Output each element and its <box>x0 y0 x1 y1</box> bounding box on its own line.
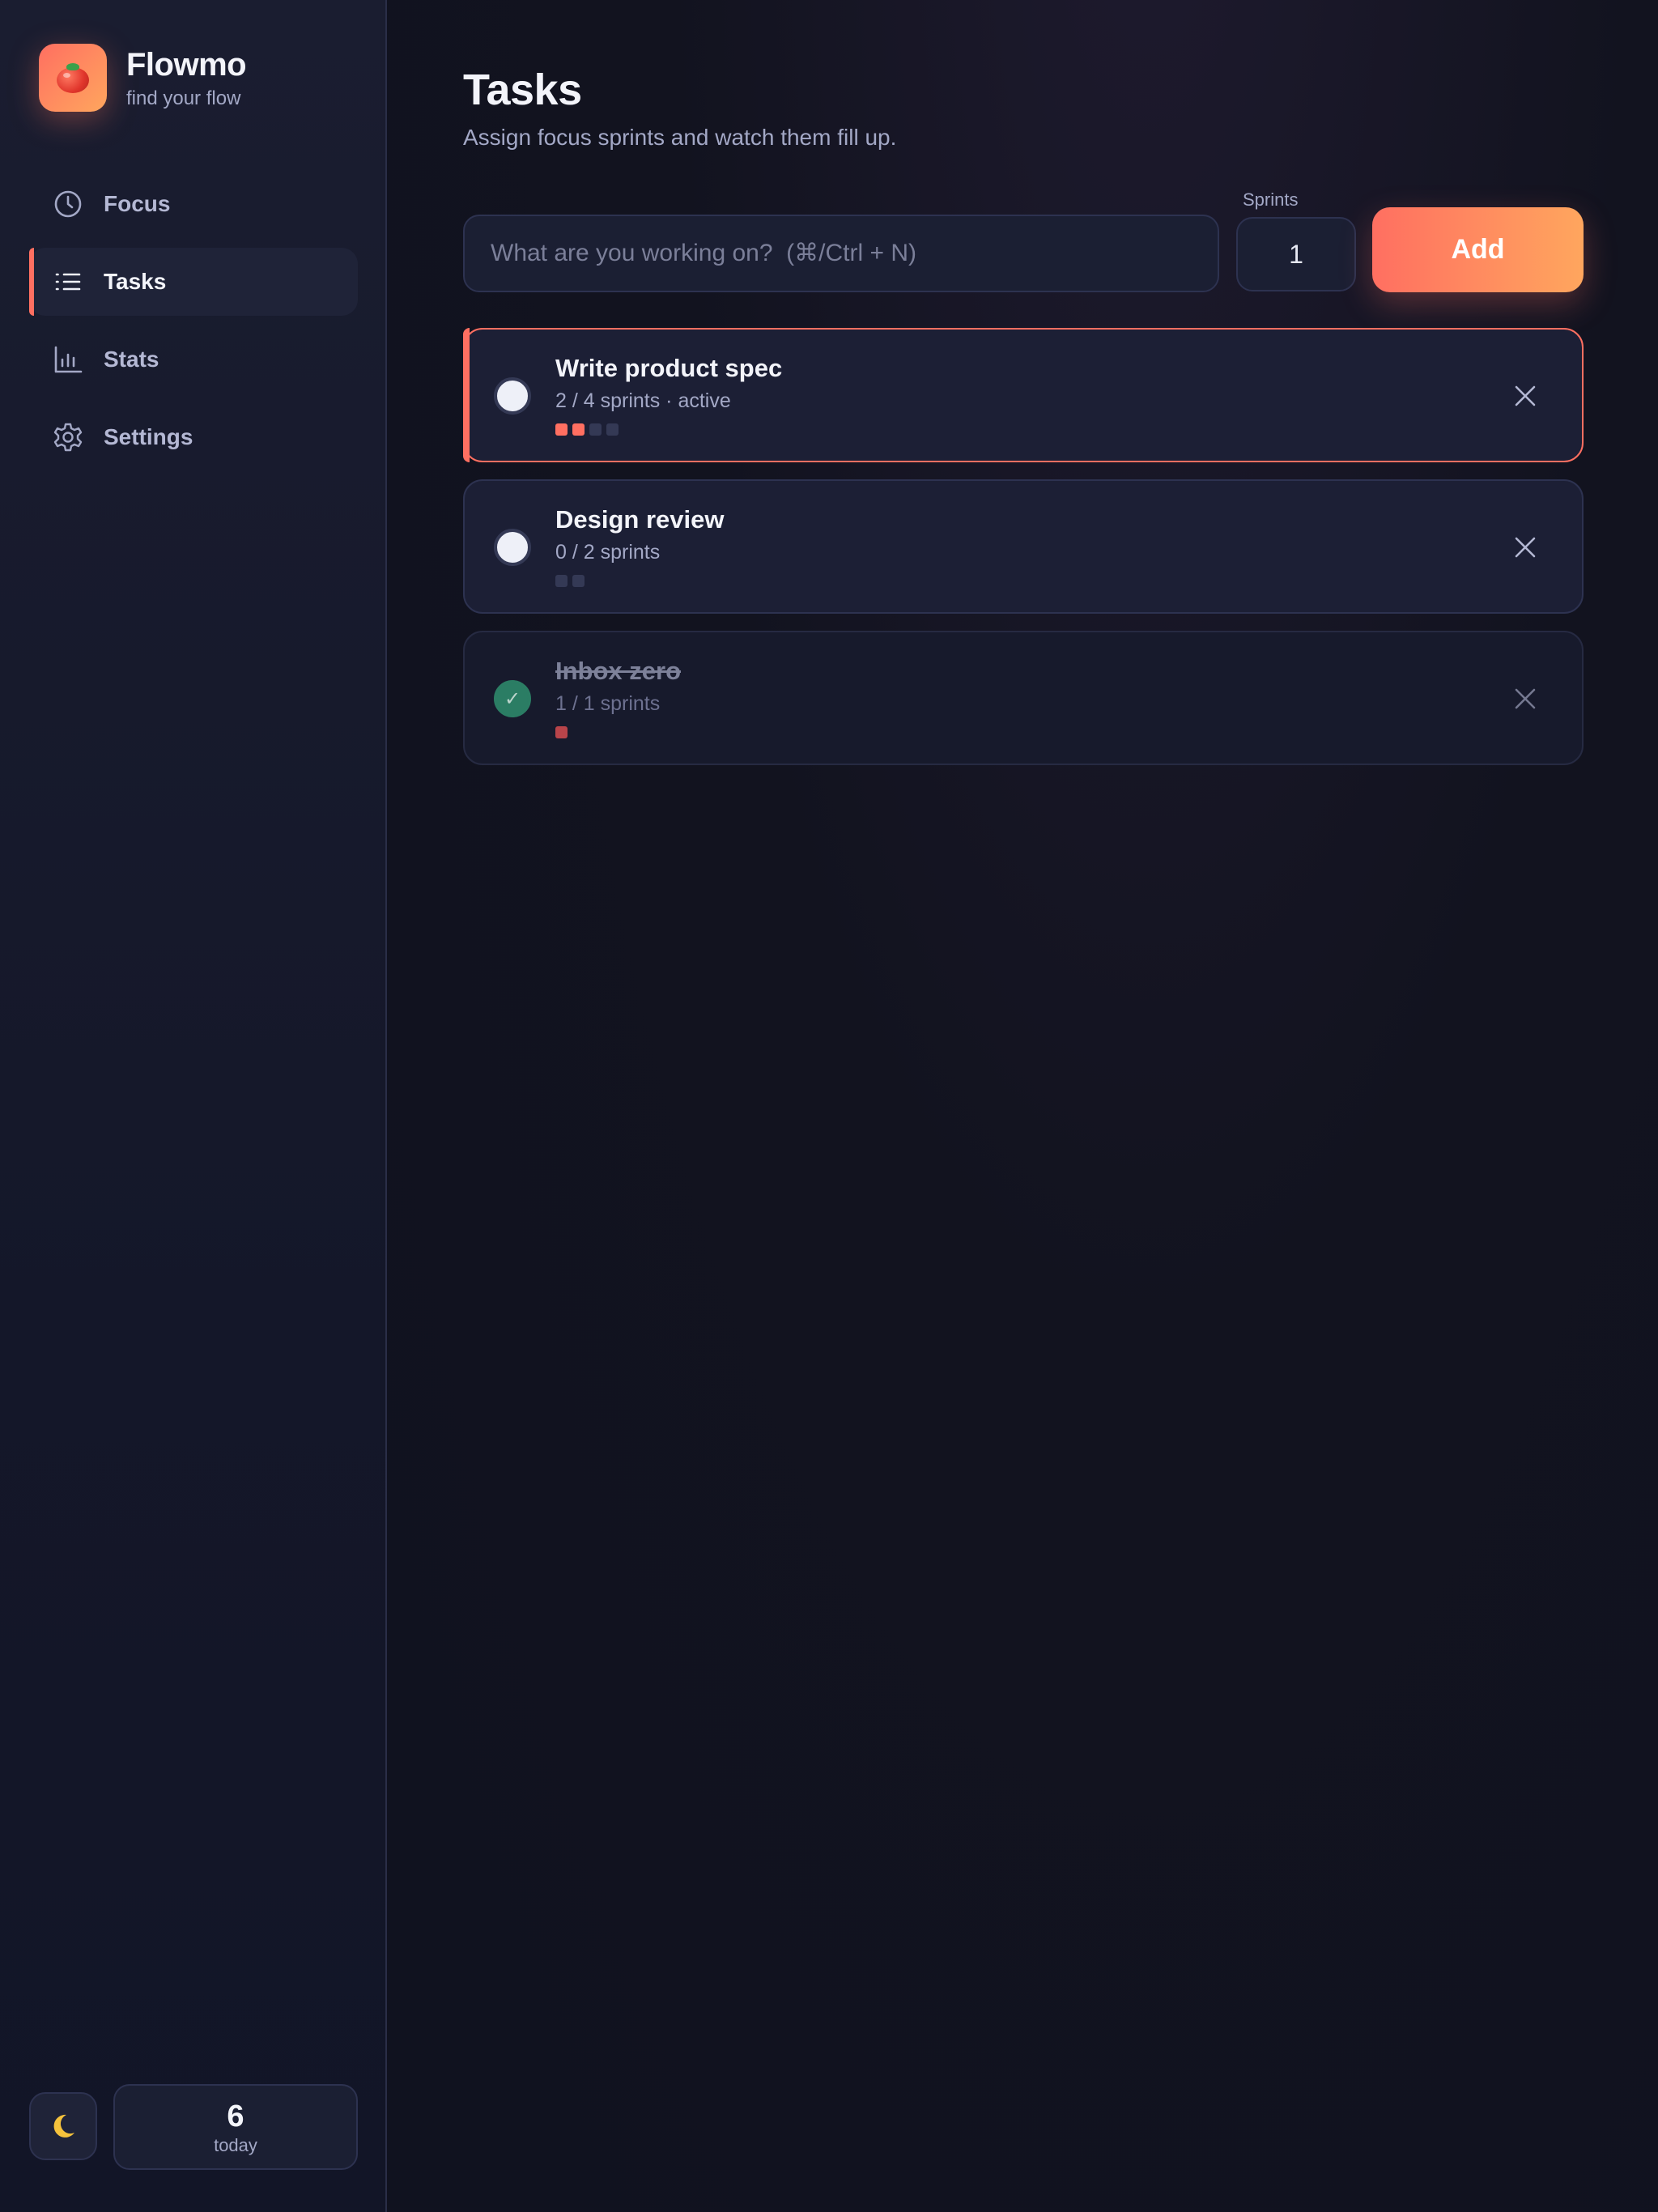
page-title: Tasks <box>463 66 582 114</box>
page-subtitle: Assign focus sprints and watch them fill… <box>463 125 897 150</box>
today-label: today <box>214 2135 257 2155</box>
sprint-dot-empty <box>572 575 585 587</box>
remove-task-button[interactable] <box>1504 526 1546 568</box>
sprint-dot-filled <box>572 423 585 436</box>
today-counter: 6 today <box>113 2084 358 2170</box>
brand-name: Flowmo <box>126 47 247 83</box>
list-icon <box>52 266 84 298</box>
task-checkbox[interactable] <box>494 377 531 415</box>
sidebar-footer: 6 today <box>29 2084 358 2178</box>
task-title: Design review <box>555 505 725 534</box>
sprint-progress <box>555 575 589 587</box>
brand-tagline: find your flow <box>126 87 241 109</box>
moon-icon <box>53 2114 74 2138</box>
bar-chart-icon <box>52 343 84 376</box>
task-checkbox[interactable] <box>494 529 531 566</box>
sidebar-item-tasks[interactable]: Tasks <box>29 248 358 316</box>
sprint-dot-empty <box>589 423 602 436</box>
brand: Flowmo find your flow <box>39 44 247 112</box>
sidebar-item-focus[interactable]: Focus <box>29 170 358 238</box>
task-checkbox-checked[interactable]: ✓ <box>494 680 531 717</box>
task-card-write-product-spec[interactable]: Write product spec 2 / 4 sprints · activ… <box>463 328 1584 462</box>
today-count: 6 <box>227 2099 244 2133</box>
main-content: Tasks Assign focus sprints and watch the… <box>389 0 1658 2212</box>
sidebar-item-stats[interactable]: Stats <box>29 325 358 393</box>
sidebar: Flowmo find your flow Focus Tasks Stats … <box>0 0 387 2212</box>
task-meta: 0 / 2 sprints <box>555 541 661 564</box>
theme-toggle-button[interactable] <box>29 2092 97 2160</box>
sidebar-item-label: Stats <box>104 347 159 372</box>
tomato-logo-icon <box>39 44 107 112</box>
clock-icon <box>52 188 84 220</box>
remove-task-button[interactable] <box>1504 375 1546 417</box>
sprint-progress <box>555 726 572 738</box>
check-icon: ✓ <box>504 687 521 710</box>
sidebar-item-label: Settings <box>104 424 193 449</box>
task-title: Inbox zero <box>555 657 682 685</box>
close-icon <box>1515 385 1536 406</box>
sidebar-nav: Focus Tasks Stats Settings <box>29 170 358 481</box>
sprint-dot-filled <box>555 726 568 738</box>
sprints-label: Sprints <box>1243 189 1299 210</box>
sidebar-item-label: Tasks <box>104 269 167 294</box>
gear-icon <box>52 421 84 453</box>
task-meta: 1 / 1 sprints <box>555 692 661 715</box>
remove-task-button[interactable] <box>1504 678 1546 720</box>
task-list: Write product spec 2 / 4 sprints · activ… <box>463 328 1584 782</box>
sprint-dot-empty <box>606 423 619 436</box>
task-card-inbox-zero[interactable]: ✓ Inbox zero 1 / 1 sprints <box>463 631 1584 765</box>
sprint-dot-empty <box>555 575 568 587</box>
task-title: Write product spec <box>555 354 783 382</box>
sprints-input[interactable] <box>1236 217 1356 291</box>
sprint-progress <box>555 423 623 436</box>
sidebar-item-label: Focus <box>104 191 171 216</box>
sidebar-item-settings[interactable]: Settings <box>29 403 358 471</box>
close-icon <box>1515 688 1536 709</box>
sprint-dot-filled <box>555 423 568 436</box>
task-meta: 2 / 4 sprints · active <box>555 389 731 412</box>
close-icon <box>1515 537 1536 558</box>
add-task-button[interactable]: Add <box>1372 207 1584 292</box>
task-input[interactable] <box>463 215 1219 292</box>
task-card-design-review[interactable]: Design review 0 / 2 sprints <box>463 479 1584 614</box>
